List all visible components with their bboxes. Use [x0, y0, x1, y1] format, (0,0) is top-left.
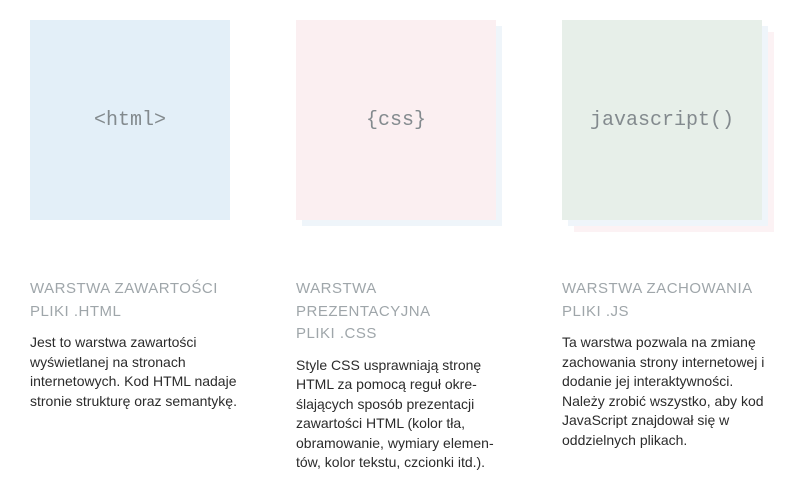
desc-js: Ta warstwa pozwala na zmianę zachowania …	[562, 333, 774, 451]
tile-label-js: javascript()	[590, 109, 734, 132]
tile-label-html: <html>	[94, 109, 166, 132]
heading-html-line1: WARSTWA ZAWARTOŚCI	[30, 280, 218, 297]
desc-html: Jest to warstwa zawartości wyświetlanej …	[30, 333, 242, 411]
tile-html: <html>	[30, 20, 230, 220]
heading-js-line2: PLIKI .JS	[562, 303, 629, 320]
tile-wrap-css: {css}	[296, 20, 496, 220]
heading-js: WARSTWA ZACHOWANIA PLIKI .JS	[562, 278, 774, 323]
heading-html: WARSTWA ZAWARTOŚCI PLIKI .HTML	[30, 278, 242, 323]
heading-css-line2: PLIKI .CSS	[296, 325, 377, 342]
layers-row: <html> WARSTWA ZAWARTOŚCI PLIKI .HTML Je…	[30, 20, 774, 473]
column-js: javascript() WARSTWA ZACHOWANIA PLIKI .J…	[562, 20, 774, 473]
heading-css: WARSTWA PREZENTACYJNA PLIKI .CSS	[296, 278, 508, 346]
tile-js: javascript()	[562, 20, 762, 220]
heading-js-line1: WARSTWA ZACHOWANIA	[562, 280, 753, 297]
column-html: <html> WARSTWA ZAWARTOŚCI PLIKI .HTML Je…	[30, 20, 242, 473]
tile-css: {css}	[296, 20, 496, 220]
heading-html-line2: PLIKI .HTML	[30, 303, 121, 320]
heading-css-line1: WARSTWA PREZENTACYJNA	[296, 280, 431, 320]
desc-css: Style CSS usprawniają stronę HTML za pom…	[296, 356, 508, 474]
tile-wrap-html: <html>	[30, 20, 230, 220]
tile-label-css: {css}	[366, 109, 426, 132]
column-css: {css} WARSTWA PREZENTACYJNA PLIKI .CSS S…	[296, 20, 508, 473]
tile-wrap-js: javascript()	[562, 20, 762, 220]
